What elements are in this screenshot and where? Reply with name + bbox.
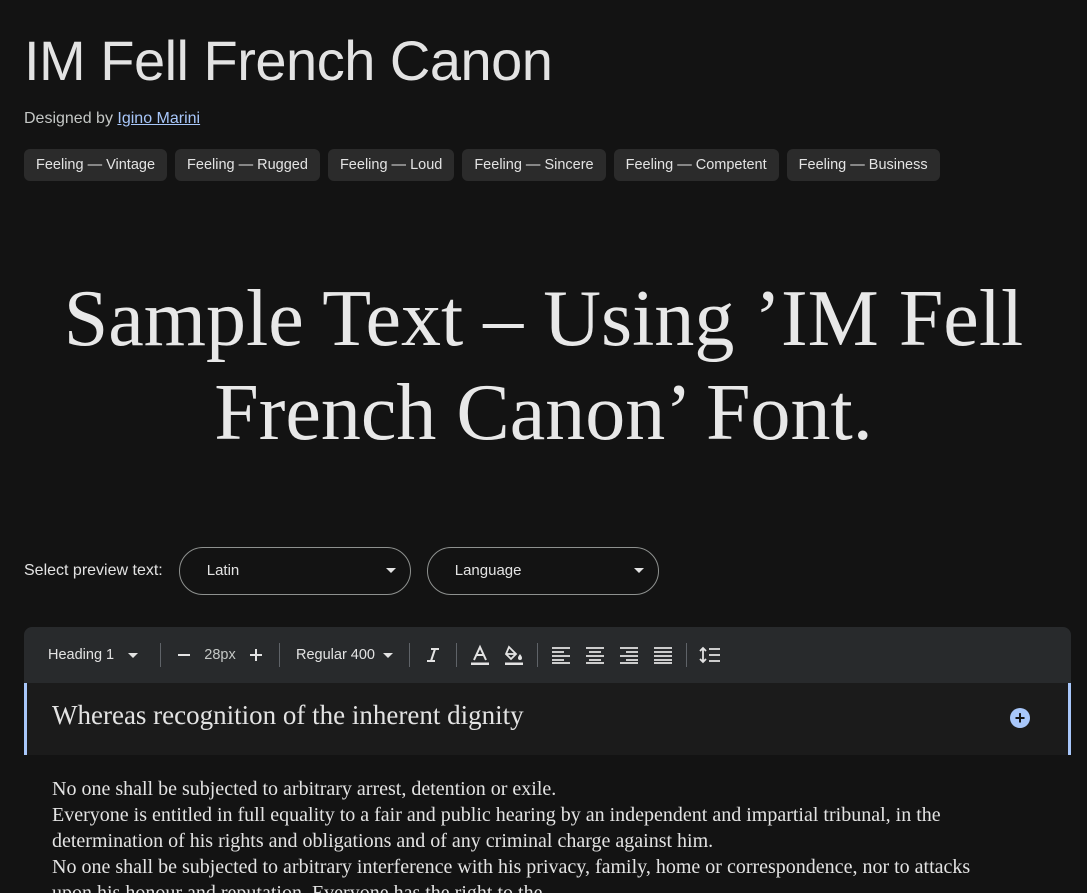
editor-block[interactable]: Whereas recognition of the inherent dign… [24,683,1071,755]
tag-feeling-loud[interactable]: Feeling — Loud [327,149,455,181]
font-title: IM Fell French Canon [24,29,553,92]
tag-list: Feeling — Vintage Feeling — Rugged Feeli… [24,149,940,181]
tag-feeling-rugged[interactable]: Feeling — Rugged [175,149,320,181]
align-left-icon [552,647,570,664]
font-weight-dropdown[interactable]: Regular 400 [286,647,403,663]
tag-feeling-business[interactable]: Feeling — Business [786,149,940,181]
increase-size-button[interactable] [239,637,273,673]
editor-heading[interactable]: Whereas recognition of the inherent dign… [52,700,524,731]
line-height-button[interactable] [693,637,727,673]
tag-feeling-sincere[interactable]: Feeling — Sincere [462,149,606,181]
paragraph: No one shall be subjected to arbitrary a… [52,778,557,800]
caret-down-icon [383,652,393,658]
align-center-icon [586,647,604,664]
font-weight-value: Regular 400 [296,647,375,663]
tag-feeling-competent[interactable]: Feeling — Competent [613,149,779,181]
caret-down-icon [128,652,138,658]
block-style-dropdown[interactable]: Heading 1 [32,647,154,663]
italic-icon [427,648,439,662]
sample-text: Sample Text – Using ’IM Fell French Cano… [63,275,1024,457]
align-right-icon [620,647,638,664]
toolbar-divider [456,643,457,667]
caret-down-icon [633,568,644,573]
decrease-size-button[interactable] [167,637,201,673]
paragraph: Everyone is entitled in full equality to… [52,804,941,852]
minus-icon [178,654,190,656]
editor-body[interactable]: No one shall be subjected to arbitrary a… [52,776,992,893]
italic-button[interactable] [416,637,450,673]
plus-icon [250,649,262,661]
preview-label: Select preview text: [24,562,163,579]
font-size-value[interactable]: 28px [201,647,239,663]
add-circle-icon[interactable]: + [1010,708,1030,728]
toolbar-divider [409,643,410,667]
toolbar-divider [160,643,161,667]
tag-feeling-vintage[interactable]: Feeling — Vintage [24,149,168,181]
script-select[interactable]: Latin [178,547,411,595]
align-justify-button[interactable] [646,637,680,673]
editor-toolbar: Heading 1 28px Regular 400 [24,627,1071,683]
align-center-button[interactable] [578,637,612,673]
paragraph: No one shall be subjected to arbitrary i… [52,856,971,893]
language-select[interactable]: Language [426,547,659,595]
block-style-value: Heading 1 [48,647,115,663]
align-left-button[interactable] [544,637,578,673]
designer-line: Designed by Igino Marini [24,110,200,128]
toolbar-divider [686,643,687,667]
highlight-color-icon [504,645,523,665]
align-justify-icon [654,647,672,664]
toolbar-divider [279,643,280,667]
text-color-icon [471,644,489,665]
line-height-icon [699,646,720,664]
text-color-button[interactable] [463,637,497,673]
align-right-button[interactable] [612,637,646,673]
language-select-value: Language [454,562,522,579]
caret-down-icon [385,568,396,573]
script-select-value: Latin [206,562,240,579]
designer-link[interactable]: Igino Marini [117,110,200,127]
designed-by-label: Designed by [24,110,113,127]
preview-controls: Select preview text: Latin Language [24,547,675,595]
font-specimen-page: IM Fell French Canon Designed by Igino M… [0,0,1087,893]
toolbar-divider [537,643,538,667]
highlight-color-button[interactable] [497,637,531,673]
